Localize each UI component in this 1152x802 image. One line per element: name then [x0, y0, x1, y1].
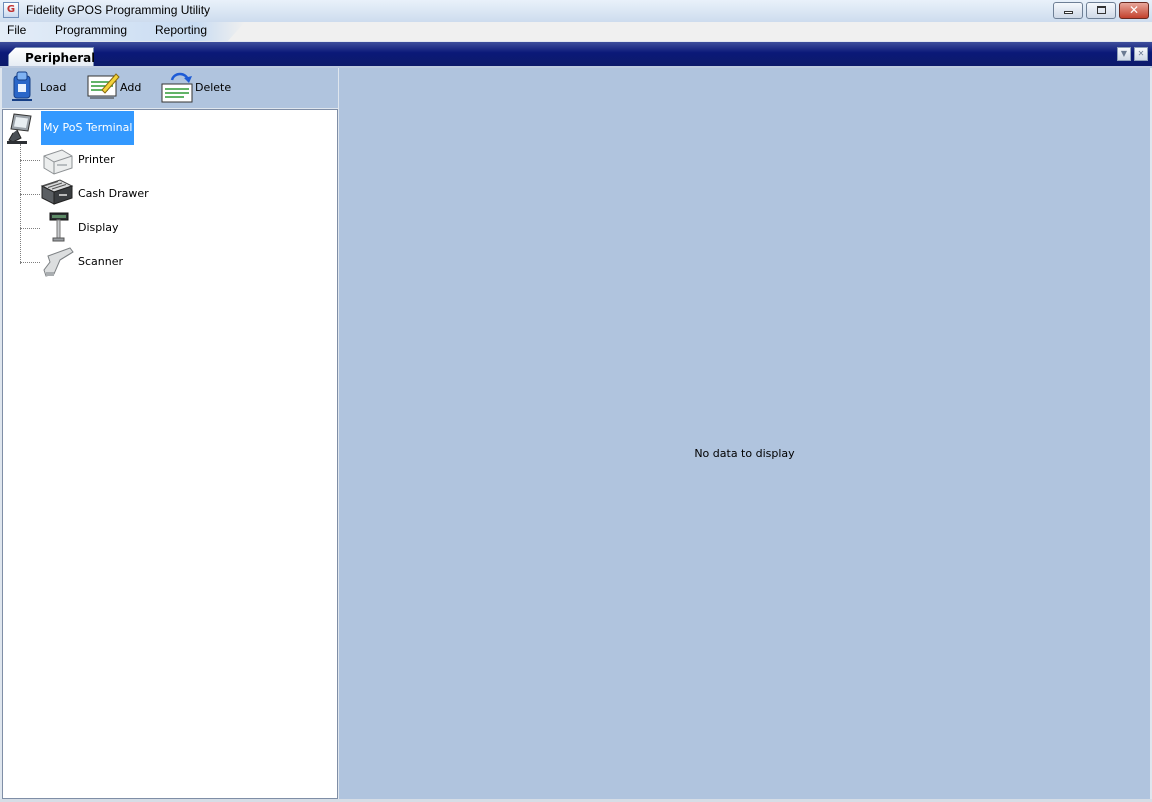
menu-reporting[interactable]: Reporting: [155, 23, 207, 37]
tab-peripherals[interactable]: Peripherals: [8, 47, 94, 66]
toolbar: Load Add Delete: [2, 68, 338, 108]
title-bar: G Fidelity GPOS Programming Utility: [0, 0, 1152, 23]
delete-button[interactable]: Delete: [160, 70, 232, 104]
tree-child-label: Cash Drawer: [78, 187, 149, 200]
tree-root-label: My PoS Terminal: [41, 111, 135, 145]
pos-terminal-icon: [7, 113, 32, 144]
barcode-scanner-icon: [43, 247, 74, 277]
load-label: Load: [40, 81, 67, 94]
load-icon: [12, 71, 32, 101]
printer-icon: [43, 149, 73, 175]
restore-button[interactable]: [1086, 2, 1116, 19]
tab-peripherals-label: Peripherals: [25, 51, 103, 65]
tab-list-dropdown-icon[interactable]: ▼: [1117, 47, 1131, 61]
cash-drawer-icon: [40, 179, 74, 205]
app-icon[interactable]: G: [3, 2, 19, 18]
tree-node-cash-drawer[interactable]: Cash Drawer: [40, 178, 180, 210]
add-icon: [87, 73, 120, 99]
empty-message: No data to display: [694, 447, 795, 460]
delete-icon: [161, 72, 193, 103]
tree-node-display[interactable]: Display: [40, 212, 160, 244]
menu-programming[interactable]: Programming: [55, 23, 127, 37]
tree-child-label: Scanner: [78, 255, 124, 268]
detail-panel: No data to display: [339, 68, 1150, 799]
load-button[interactable]: Load: [10, 70, 70, 104]
document-tabstrip: Peripherals ▼ ✕: [0, 42, 1152, 68]
tab-close-icon[interactable]: ✕: [1134, 47, 1148, 61]
add-button[interactable]: Add: [86, 70, 146, 104]
tree-child-label: Printer: [78, 153, 115, 166]
peripheral-tree[interactable]: My PoS Terminal Printer Cash Drawer Disp…: [2, 109, 338, 799]
delete-label: Delete: [195, 81, 232, 94]
menu-file[interactable]: File: [7, 23, 26, 37]
close-button[interactable]: [1119, 2, 1149, 19]
pole-display-icon: [49, 212, 69, 242]
tree-child-label: Display: [78, 221, 119, 234]
tree-connector: [20, 144, 21, 264]
window-title: Fidelity GPOS Programming Utility: [26, 3, 211, 17]
minimize-button[interactable]: [1053, 2, 1083, 19]
menu-bar: File Programming Reporting: [0, 22, 1152, 41]
tree-node-printer[interactable]: Printer: [40, 144, 160, 176]
add-label: Add: [120, 81, 142, 94]
tree-node-scanner[interactable]: Scanner: [40, 246, 160, 278]
